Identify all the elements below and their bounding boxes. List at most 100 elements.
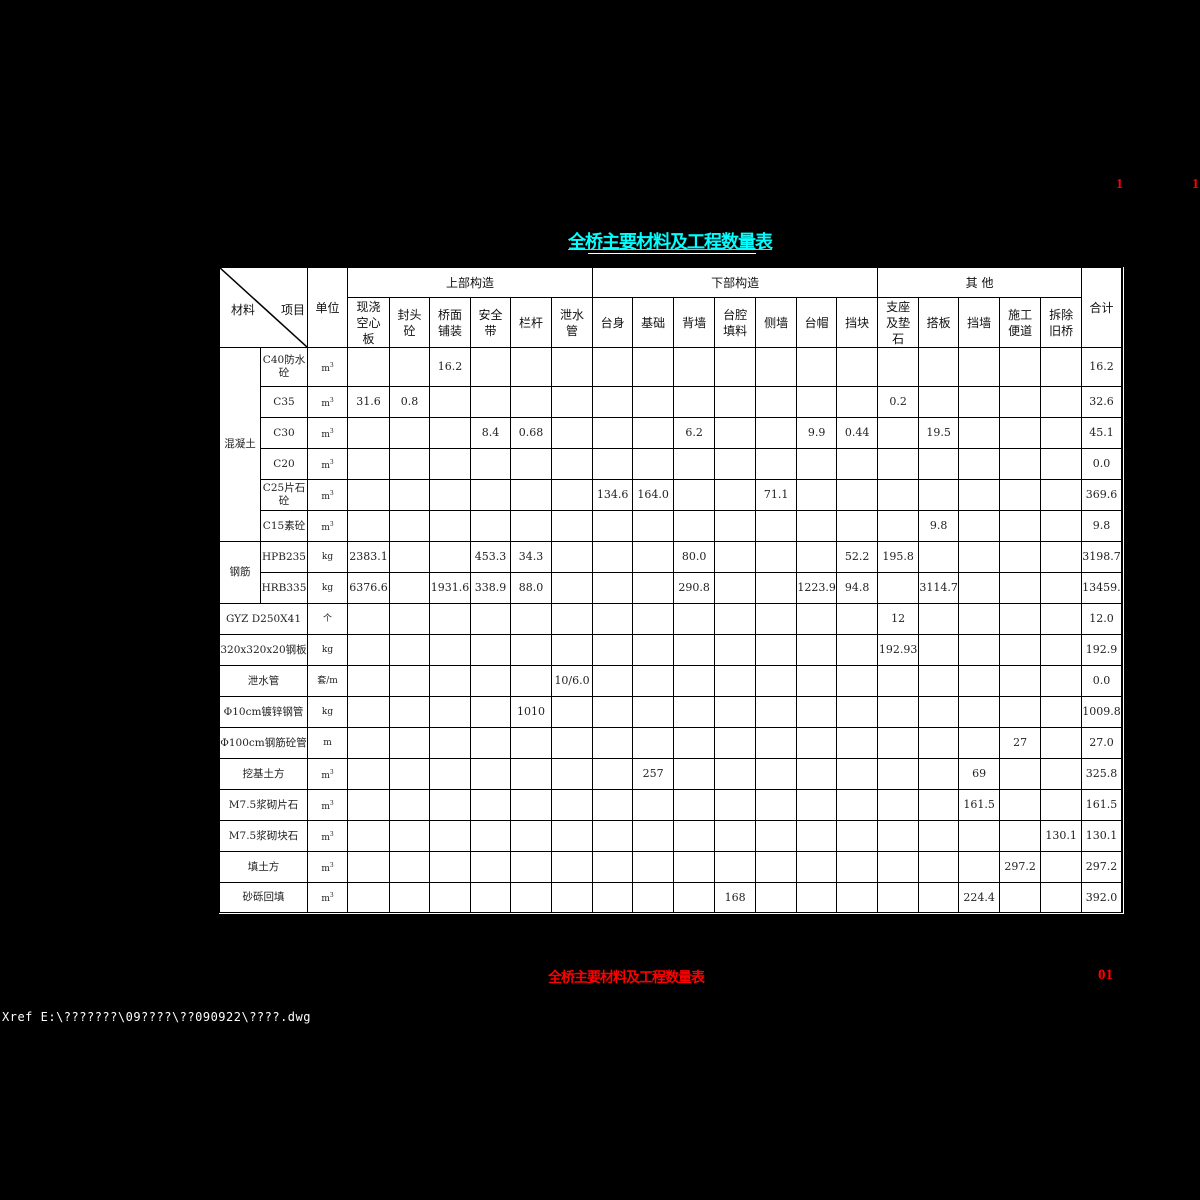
quantity-cell [918,448,960,480]
quantity-cell: 8.4 [470,417,511,449]
quantity-cell [389,851,430,883]
quantity-cell [470,758,511,790]
quantity-cell [673,603,716,635]
quantity-cell [389,603,430,635]
quantity-cell [470,851,511,883]
quantity-cell [470,386,511,418]
quantity-cell [510,479,552,511]
header-column: 挡块 [836,297,879,348]
quantity-cell [389,820,430,852]
quantity-cell [1040,572,1083,604]
quantity-cell [918,882,960,913]
header-column: 栏杆 [510,297,552,348]
quantity-cell: 1223.9 [796,572,838,604]
table-row: 泄水管 套/m 10/6.0 0.0 [219,665,1122,697]
header-column: 支座及垫石 [877,297,920,348]
quantity-cell [755,634,798,666]
quantity-cell [389,758,430,790]
quantity-cell: 1931.6 [429,572,471,604]
quantity-cell [550,634,594,666]
row-unit: 个 [307,603,348,635]
quantity-cell [510,603,552,635]
quantity-cell [510,386,552,418]
quantity-cell [714,347,757,387]
quantity-cell [673,696,716,728]
page-title: 全桥主要材料及工程数量表 [568,232,773,253]
row-category: 混凝土 [219,347,261,542]
header-column: 搭板 [918,297,960,348]
quantity-cell [673,665,716,697]
quantity-cell [470,347,511,387]
table-row: 砂砾回填 m3 168 224.4 392.0 [219,882,1122,913]
row-total: 130.1 [1081,820,1122,852]
header-column: 现浇空心板 [347,297,390,348]
quantity-cell [918,851,960,883]
quantity-cell [347,448,390,480]
quantity-cell [470,479,511,511]
quantity-cell [755,386,798,418]
quantity-cell [347,758,390,790]
quantity-cell [470,448,511,480]
quantity-cell [714,448,757,480]
quantity-cell [470,882,511,913]
quantity-cell [592,851,634,883]
quantity-cell [673,347,716,387]
row-total: 1009.8 [1081,696,1122,728]
quantity-cell [347,634,390,666]
row-total: 13459.3 [1081,572,1122,604]
quantity-cell [836,696,879,728]
row-unit: m3 [307,758,348,790]
quantity-cell [429,417,471,449]
quantity-cell: 9.8 [918,510,960,542]
quantity-cell [958,820,1001,852]
quantity-cell [510,347,552,387]
quantity-cell [958,727,1001,759]
quantity-cell [877,417,920,449]
row-item: GYZ D250X41 [219,603,308,635]
quantity-cell [999,417,1042,449]
quantity-cell [836,665,879,697]
header-column: 基础 [632,297,675,348]
quantity-cell [999,386,1042,418]
quantity-cell [592,448,634,480]
quantity-cell [550,417,594,449]
quantity-cell [550,851,594,883]
quantity-cell [1040,634,1083,666]
header-group-0: 上部构造 [346,267,594,298]
quantity-cell [470,696,511,728]
quantity-cell [550,789,594,821]
quantity-cell [796,820,838,852]
quantity-cell [755,851,798,883]
quantity-cell [796,386,838,418]
quantity-cell [796,603,838,635]
quantity-cell [714,603,757,635]
table-row: C35 m3 31.6 0.8 0.2 32.6 [220,386,1122,418]
quantity-cell [755,882,798,913]
quantity-cell [796,789,838,821]
quantity-cell [796,347,838,387]
row-unit: m3 [307,882,348,913]
quantity-cell [796,696,838,728]
quantity-cell [796,634,838,666]
header-total: 合计 [1081,267,1122,348]
quantity-cell [389,417,430,449]
quantity-cell [550,882,594,913]
row-item: HRB335 [260,572,308,604]
quantity-cell [632,347,675,387]
quantity-cell [755,665,798,697]
quantity-cell [632,417,675,449]
quantity-cell [999,510,1042,542]
quantity-cell [673,882,716,913]
quantity-cell [389,665,430,697]
quantity-cell [836,603,879,635]
quantity-cell: 195.8 [877,541,920,573]
quantity-cell [918,479,960,511]
table-row: C30 m3 8.4 0.68 6.2 9.9 0.44 19.5 45.1 [220,417,1122,449]
quantity-cell [836,634,879,666]
row-unit: m3 [307,417,348,449]
table-row: Φ100cm钢筋砼管 m 27 27.0 [219,727,1122,759]
quantity-cell [673,727,716,759]
quantity-cell [592,789,634,821]
quantity-cell [958,603,1001,635]
quantity-cell [877,479,920,511]
